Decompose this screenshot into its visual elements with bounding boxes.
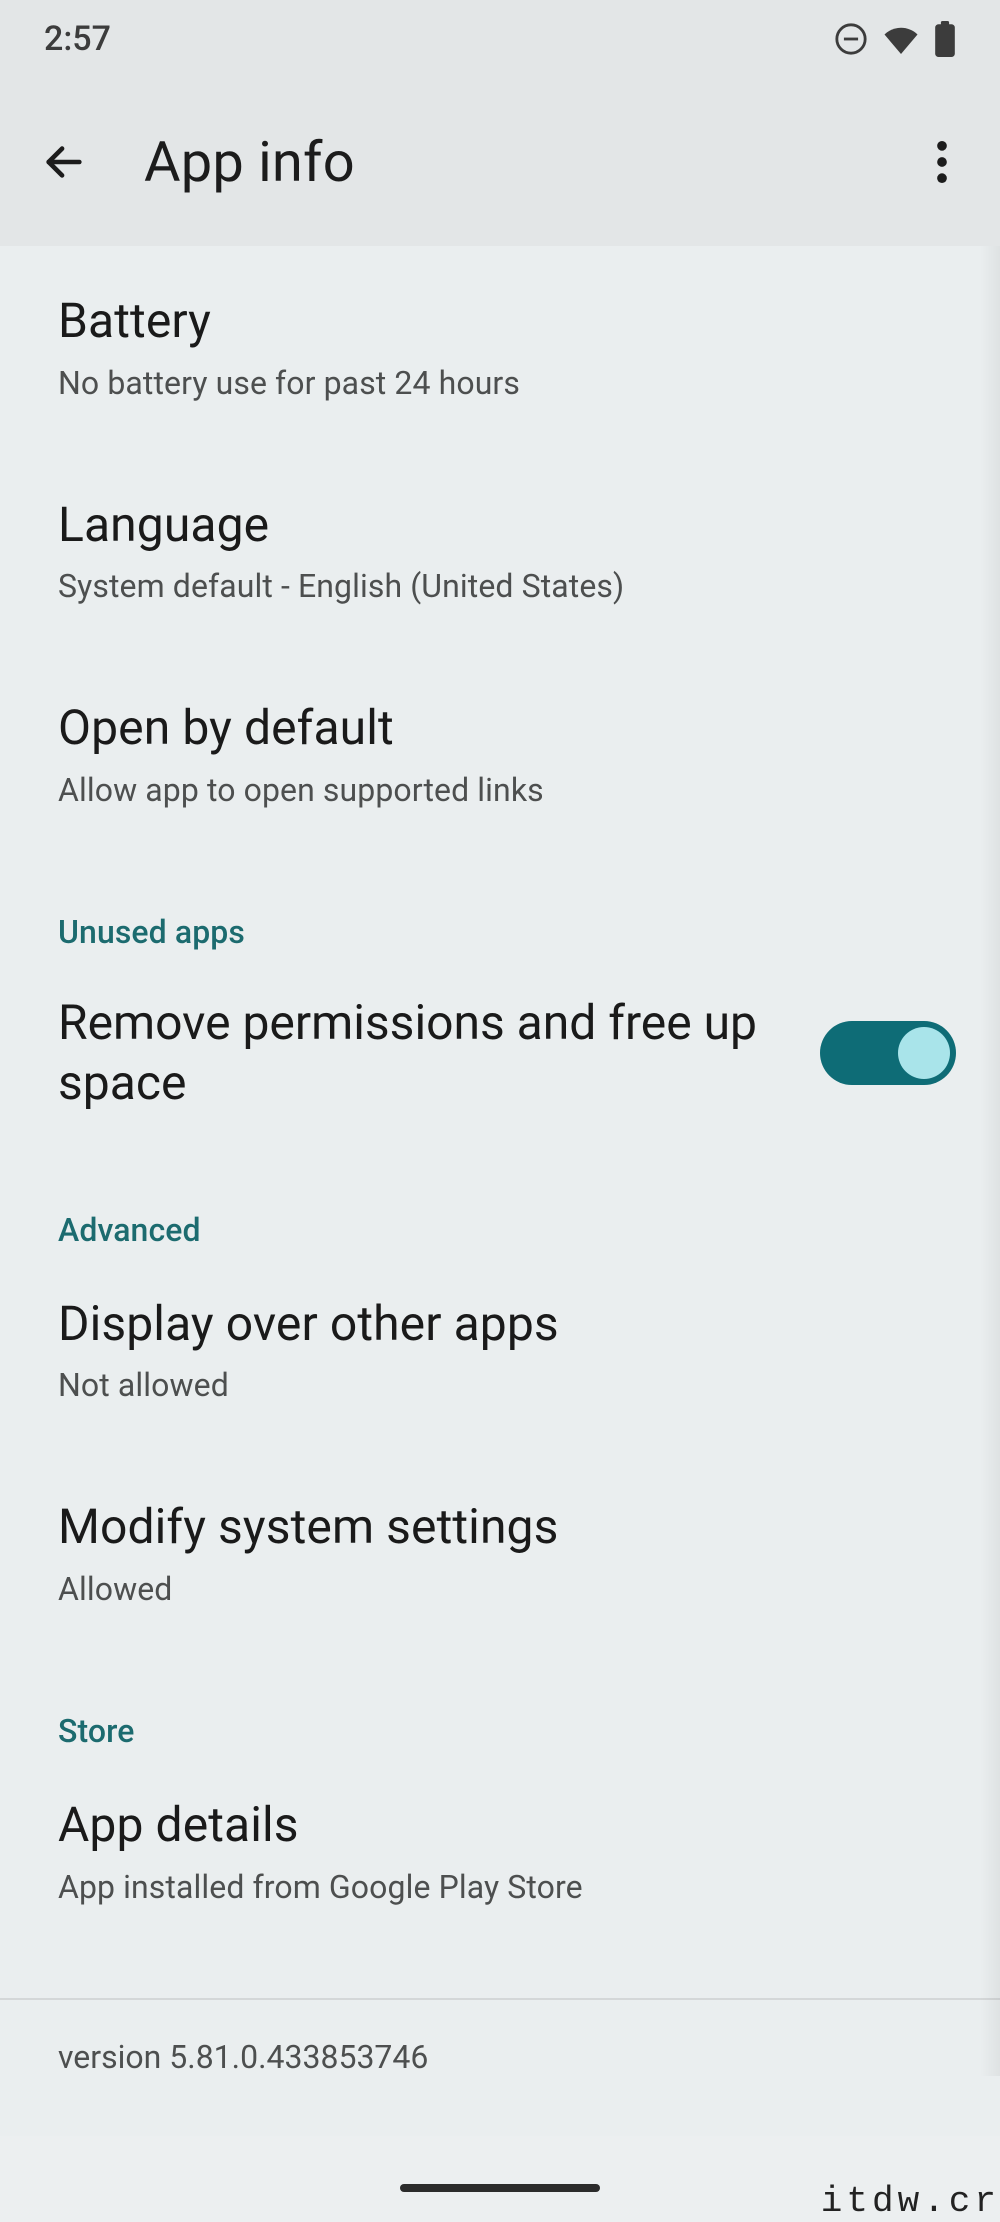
item-modify-system-settings-subtitle: Allowed	[58, 1570, 942, 1608]
battery-icon	[934, 21, 956, 57]
overflow-menu-button[interactable]	[912, 132, 972, 192]
status-time: 2:57	[44, 19, 111, 59]
item-app-details-title: App details	[58, 1796, 942, 1854]
watermark: itdw.cr	[821, 2181, 1000, 2222]
item-open-by-default-title: Open by default	[58, 699, 942, 757]
app-bar: App info	[0, 78, 1000, 246]
item-language-title: Language	[58, 496, 942, 554]
item-battery[interactable]: Battery No battery use for past 24 hours	[0, 246, 1000, 450]
nav-handle[interactable]	[400, 2184, 600, 2192]
item-modify-system-settings-title: Modify system settings	[58, 1498, 942, 1556]
section-advanced: Advanced	[0, 1155, 1000, 1249]
item-remove-permissions-title: Remove permissions and free up space	[58, 993, 790, 1113]
item-display-over-apps-subtitle: Not allowed	[58, 1366, 942, 1404]
item-display-over-apps[interactable]: Display over other apps Not allowed	[0, 1249, 1000, 1453]
item-open-by-default-subtitle: Allow app to open supported links	[58, 771, 942, 809]
item-language[interactable]: Language System default - English (Unite…	[0, 450, 1000, 654]
item-display-over-apps-title: Display over other apps	[58, 1295, 942, 1353]
section-unused-apps: Unused apps	[0, 857, 1000, 951]
item-app-details-subtitle: App installed from Google Play Store	[58, 1868, 942, 1906]
status-bar: 2:57	[0, 0, 1000, 78]
section-store: Store	[0, 1656, 1000, 1750]
item-open-by-default[interactable]: Open by default Allow app to open suppor…	[0, 653, 1000, 857]
item-remove-permissions[interactable]: Remove permissions and free up space	[0, 951, 1000, 1155]
item-battery-title: Battery	[58, 292, 942, 350]
page-title: App info	[144, 129, 912, 195]
item-battery-subtitle: No battery use for past 24 hours	[58, 364, 942, 402]
dnd-icon	[834, 22, 868, 56]
content: Battery No battery use for past 24 hours…	[0, 246, 1000, 2136]
switch-thumb	[898, 1027, 950, 1079]
back-button[interactable]	[34, 132, 94, 192]
item-language-subtitle: System default - English (United States)	[58, 567, 942, 605]
item-modify-system-settings[interactable]: Modify system settings Allowed	[0, 1452, 1000, 1656]
remove-permissions-switch[interactable]	[820, 1021, 956, 1085]
version-text: version 5.81.0.433853746	[0, 2000, 1000, 2136]
wifi-icon	[882, 24, 920, 54]
status-icons	[834, 21, 956, 57]
item-app-details[interactable]: App details App installed from Google Pl…	[0, 1750, 1000, 1954]
